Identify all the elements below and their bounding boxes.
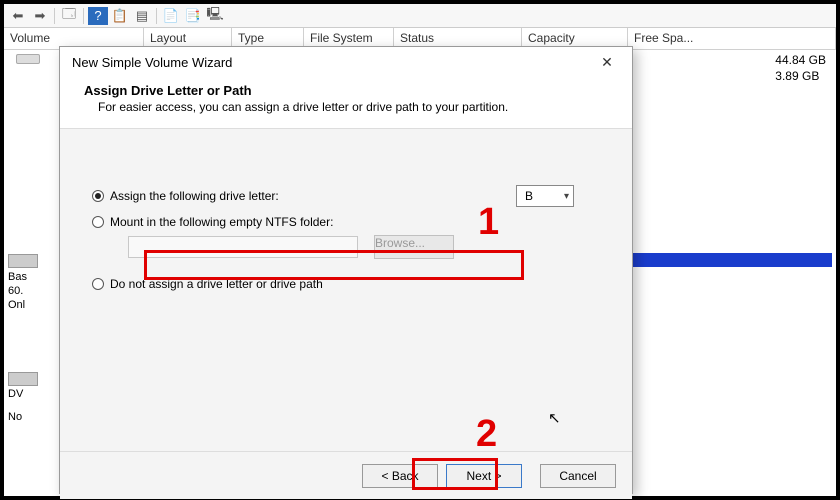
disk-size: 60.	[8, 284, 54, 298]
dialog-titlebar: New Simple Volume Wizard ✕	[60, 47, 632, 77]
freespace-values: 44.84 GB 3.89 GB	[775, 52, 826, 84]
dvd-icon	[8, 372, 38, 386]
col-freespace[interactable]: Free Spa...	[628, 28, 836, 49]
drive-letter-select[interactable]: B ▾	[516, 185, 574, 207]
option-assign-letter-row[interactable]: Assign the following drive letter: B ▾	[92, 189, 600, 203]
dialog-header: Assign Drive Letter or Path For easier a…	[60, 77, 632, 129]
refresh-icon[interactable]: 📑	[183, 7, 203, 25]
option-mount-folder-label: Mount in the following empty NTFS folder…	[110, 215, 333, 229]
freespace-value: 3.89 GB	[775, 68, 826, 84]
properties-icon[interactable]: 📋	[110, 7, 130, 25]
mount-path-row: Browse...	[92, 235, 600, 259]
ntfs-path-input[interactable]	[128, 236, 358, 258]
disk-label-basic: Bas	[8, 270, 54, 284]
toolbar-separator	[83, 8, 84, 24]
help-icon[interactable]: ?	[88, 7, 108, 25]
disk-icon	[8, 254, 38, 268]
dialog-body: Assign the following drive letter: B ▾ M…	[60, 129, 632, 451]
freespace-value: 44.84 GB	[775, 52, 826, 68]
option-no-assign-row[interactable]: Do not assign a drive letter or drive pa…	[92, 277, 600, 291]
drive-letter-value: B	[525, 189, 533, 203]
dialog-footer: < Back Next > Cancel	[60, 451, 632, 499]
radio-no-assign[interactable]	[92, 278, 104, 290]
new-simple-volume-wizard-dialog: New Simple Volume Wizard ✕ Assign Drive …	[59, 46, 633, 494]
toolbar-separator	[156, 8, 157, 24]
disk-info-panel: Bas 60. Onl	[4, 254, 54, 312]
close-button[interactable]: ✕	[590, 49, 624, 75]
radio-assign-letter[interactable]	[92, 190, 104, 202]
back-icon[interactable]: ⬅	[8, 7, 28, 25]
add-icon[interactable]: 📄	[161, 7, 181, 25]
option-no-assign-label: Do not assign a drive letter or drive pa…	[110, 277, 323, 291]
option-mount-folder-row[interactable]: Mount in the following empty NTFS folder…	[92, 215, 600, 229]
cursor-icon: ↖	[548, 409, 561, 427]
browse-button[interactable]: Browse...	[374, 235, 454, 259]
dialog-title: New Simple Volume Wizard	[72, 55, 232, 70]
dvd-panel: DV	[8, 372, 38, 400]
list-icon[interactable]: ▤	[132, 7, 152, 25]
back-button[interactable]: < Back	[362, 464, 438, 488]
disk-status-online: Onl	[8, 298, 54, 312]
settings-icon[interactable]: 🖳	[205, 7, 225, 25]
option-assign-letter-label: Assign the following drive letter:	[110, 189, 279, 203]
partition-selected-bar[interactable]	[629, 253, 832, 267]
dialog-heading: Assign Drive Letter or Path	[84, 83, 608, 98]
no-media-label: No	[8, 411, 22, 423]
radio-mount-folder[interactable]	[92, 216, 104, 228]
toolbar-separator	[54, 8, 55, 24]
next-button[interactable]: Next >	[446, 464, 522, 488]
dialog-subtext: For easier access, you can assign a driv…	[84, 100, 608, 114]
window-icon[interactable]: 🗔	[59, 7, 79, 25]
chevron-down-icon: ▾	[564, 191, 569, 202]
forward-icon[interactable]: ➡	[30, 7, 50, 25]
main-toolbar: ⬅ ➡ 🗔 ? 📋 ▤ 📄 📑 🖳	[4, 4, 836, 28]
cancel-button[interactable]: Cancel	[540, 464, 616, 488]
dvd-label: DV	[8, 388, 23, 400]
volume-icon	[16, 54, 40, 64]
